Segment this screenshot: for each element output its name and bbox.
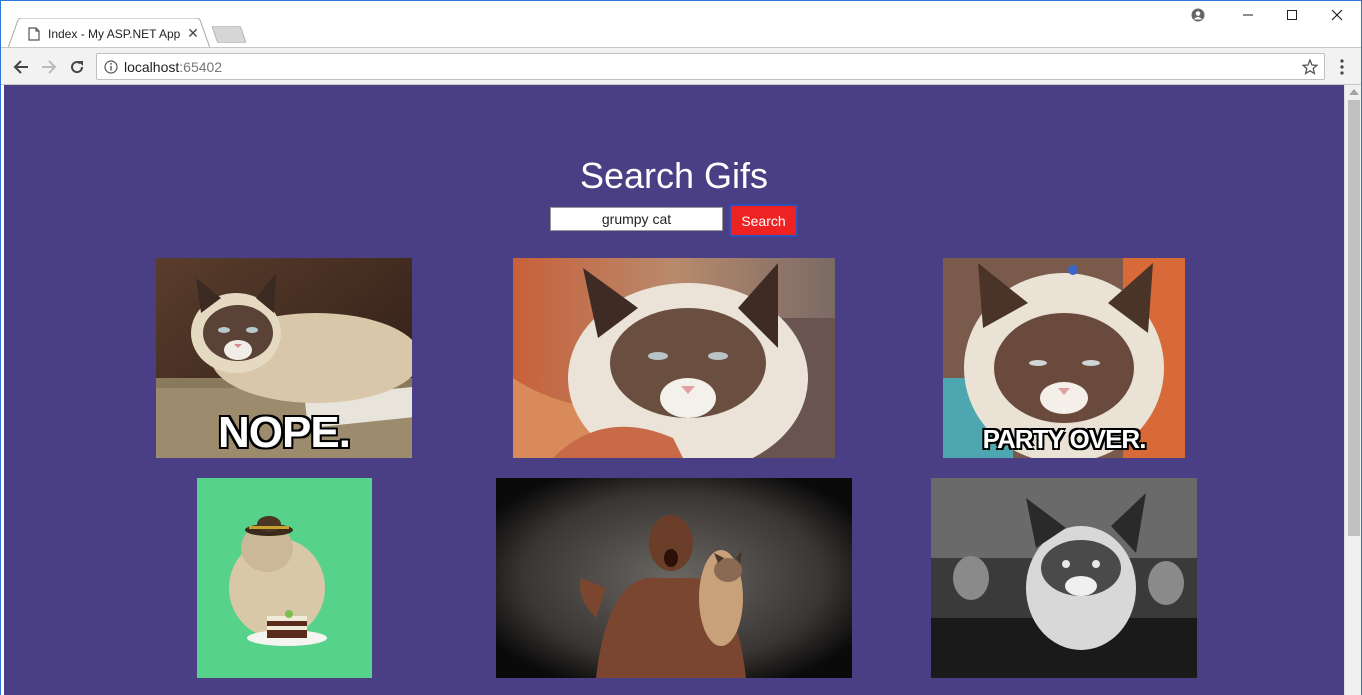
url-host: localhost xyxy=(124,59,180,75)
title-bar: Index - My ASP.NET App ✕ xyxy=(0,0,1362,48)
maximize-icon[interactable] xyxy=(1269,4,1315,26)
gif-result[interactable] xyxy=(513,258,835,458)
gif-image xyxy=(513,258,835,458)
profile-icon[interactable] xyxy=(1175,4,1221,26)
info-icon[interactable] xyxy=(104,60,118,74)
gif-result[interactable] xyxy=(931,478,1197,678)
scrollbar-thumb[interactable] xyxy=(1348,100,1360,536)
back-arrow-icon[interactable] xyxy=(11,57,31,77)
gif-image xyxy=(931,478,1197,678)
url-text: localhost:65402 xyxy=(124,59,222,75)
tab-title: Index - My ASP.NET App xyxy=(48,27,180,41)
gif-result[interactable]: PARTY OVER. xyxy=(943,258,1185,458)
bookmark-star-icon[interactable] xyxy=(1302,59,1318,75)
menu-dots-icon[interactable] xyxy=(1334,58,1350,76)
gif-caption: PARTY OVER. xyxy=(982,424,1147,454)
close-window-icon[interactable] xyxy=(1314,4,1360,26)
close-tab-icon[interactable]: ✕ xyxy=(186,26,200,40)
browser-toolbar: localhost:65402 xyxy=(0,47,1362,85)
new-tab-button[interactable] xyxy=(212,26,246,43)
gif-result[interactable]: NOPE. xyxy=(156,258,412,458)
gif-result[interactable] xyxy=(496,478,852,678)
search-input[interactable] xyxy=(550,207,723,231)
gif-caption: NOPE. xyxy=(218,408,351,457)
forward-arrow-icon[interactable] xyxy=(39,57,59,77)
minimize-icon[interactable] xyxy=(1225,4,1271,26)
address-bar[interactable]: localhost:65402 xyxy=(96,53,1325,80)
gif-result[interactable] xyxy=(197,478,372,678)
reload-icon[interactable] xyxy=(67,57,87,77)
page-title: Search Gifs xyxy=(579,155,769,196)
gif-image xyxy=(197,478,372,678)
scroll-up-arrow-icon[interactable] xyxy=(1349,89,1359,95)
gif-image xyxy=(496,478,852,678)
url-port: :65402 xyxy=(179,59,223,75)
search-button[interactable]: Search xyxy=(729,204,798,237)
page-icon xyxy=(28,27,40,41)
page-scrollbar[interactable] xyxy=(1344,85,1362,695)
page-viewport: Search Gifs Search NOPE. xyxy=(4,85,1344,695)
